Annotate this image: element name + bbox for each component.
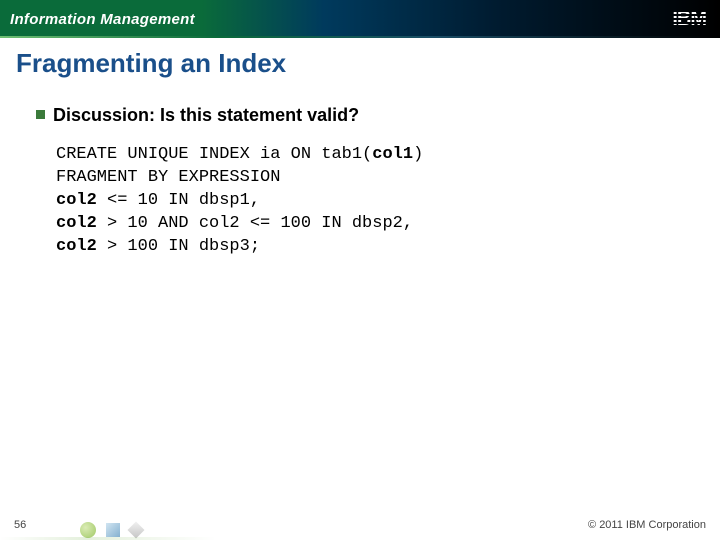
code-bold: col2: [56, 191, 97, 210]
slide-title: Fragmenting an Index: [0, 38, 720, 79]
code-block: CREATE UNIQUE INDEX ia ON tab1(col1) FRA…: [36, 144, 684, 259]
code-text: > 100 IN dbsp3;: [97, 237, 260, 256]
deco-diamond-icon: [128, 522, 145, 539]
page-number: 56: [14, 519, 26, 531]
code-line-5: col2 > 100 IN dbsp3;: [56, 236, 684, 259]
code-text: CREATE UNIQUE INDEX ia ON tab1(: [56, 145, 372, 164]
code-line-2: FRAGMENT BY EXPRESSION: [56, 167, 684, 190]
code-line-1: CREATE UNIQUE INDEX ia ON tab1(col1): [56, 144, 684, 167]
bullet-text: Discussion: Is this statement valid?: [53, 105, 359, 126]
header-bar: Information Management IBM: [0, 0, 720, 38]
code-bold: col1: [372, 145, 413, 164]
slide-content: Discussion: Is this statement valid? CRE…: [0, 79, 720, 259]
code-line-3: col2 <= 10 IN dbsp1,: [56, 190, 684, 213]
header-product-line: Information Management: [10, 11, 195, 28]
code-bold: col2: [56, 237, 97, 256]
code-text: ): [413, 145, 423, 164]
deco-circle-icon: [80, 522, 96, 538]
code-text: <= 10 IN dbsp1,: [97, 191, 260, 210]
footer-decoration: [80, 522, 142, 538]
code-line-4: col2 > 10 AND col2 <= 100 IN dbsp2,: [56, 213, 684, 236]
bullet-icon: [36, 110, 45, 119]
bullet-row: Discussion: Is this statement valid?: [36, 105, 684, 126]
code-bold: col2: [56, 214, 97, 233]
code-text: > 10 AND col2 <= 100 IN dbsp2,: [97, 214, 413, 233]
deco-square-icon: [106, 523, 120, 537]
copyright: © 2011 IBM Corporation: [588, 519, 706, 531]
ibm-logo: IBM: [672, 8, 706, 31]
